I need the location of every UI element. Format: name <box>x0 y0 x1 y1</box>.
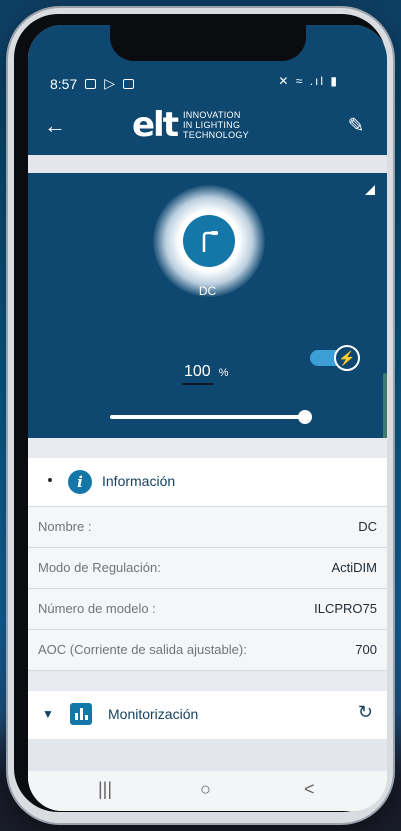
section-gap <box>28 438 387 458</box>
nav-back-button[interactable]: < <box>304 779 315 800</box>
dim-level-value[interactable]: 100 <box>182 363 213 385</box>
lamp-name: DC <box>198 284 217 298</box>
status-icons: ✕ ≈ .ıl ▮ <box>278 74 339 88</box>
logo-line-3: TECHNOLOGY <box>182 130 249 140</box>
recent-apps-button[interactable]: ||| <box>98 779 112 800</box>
empty-area <box>28 739 387 771</box>
signal-icon <box>365 185 375 195</box>
bolt-icon: ⚡ <box>334 345 360 371</box>
info-section-header[interactable]: i Información <box>28 458 387 507</box>
checkbox-icon <box>123 78 135 89</box>
lamp-button[interactable] <box>183 215 235 267</box>
logo-mark: elt <box>132 105 179 145</box>
back-button[interactable]: ← <box>42 113 68 139</box>
bullet <box>48 478 52 482</box>
dim-level-unit: % <box>218 367 229 379</box>
system-nav-bar: ||| ○ < <box>28 771 387 811</box>
elt-logo: elt INNOVATION IN LIGHTING TECHNOLOGY <box>132 105 249 145</box>
info-row-label: Nombre : <box>38 519 92 534</box>
edit-button[interactable]: ✎ <box>343 113 369 139</box>
divider-strip <box>28 155 387 173</box>
info-row-label: Número de modelo : <box>38 601 156 616</box>
pencil-icon: ✎ <box>347 115 365 137</box>
gallery-icon <box>85 78 97 89</box>
info-row-label: Modo de Regulación: <box>38 560 161 575</box>
logo-line-2: IN LIGHTING <box>182 120 241 130</box>
dim-level[interactable]: 100% <box>182 363 228 385</box>
lamp-control-panel: DC ⚡ 100% <box>28 173 387 503</box>
status-time: 8:57 <box>50 75 78 92</box>
logo-tagline: INNOVATION IN LIGHTING TECHNOLOGY <box>183 110 249 140</box>
home-button[interactable]: ○ <box>200 779 211 800</box>
street-lamp-icon <box>202 231 218 252</box>
info-row: Modo de Regulación: ActiDIM <box>28 548 387 589</box>
info-row-label: AOC (Corriente de salida ajustable): <box>38 642 247 657</box>
info-row-value: ILCPRO75 <box>314 601 377 616</box>
info-row-value: DC <box>358 519 377 534</box>
phone-screen: 8:57 ▷ ✕ ≈ .ıl ▮ ← elt INNOVATION IN LIG… <box>28 25 387 811</box>
slider-rail <box>110 415 306 419</box>
info-row-value: 700 <box>355 642 377 657</box>
info-row-value: ActiDIM <box>331 560 378 575</box>
dim-slider[interactable] <box>110 410 312 424</box>
info-icon: i <box>68 470 92 494</box>
monitor-section-header[interactable]: ▼ Monitorización ↻ <box>28 691 387 740</box>
info-row: Número de modelo : ILCPRO75 <box>28 589 387 630</box>
refresh-icon[interactable]: ↻ <box>358 702 373 723</box>
logo-line-1: INNOVATION <box>182 110 241 120</box>
status-bar: 8:57 ▷ <box>50 75 135 92</box>
chevron-down-icon: ▼ <box>42 707 54 721</box>
info-row: Nombre : DC <box>28 507 387 548</box>
notch <box>110 25 306 61</box>
info-title: Información <box>102 473 176 489</box>
bar-chart-icon <box>70 703 92 725</box>
monitor-title: Monitorización <box>108 706 199 722</box>
arrow-left-icon: ← <box>44 113 66 138</box>
power-toggle[interactable]: ⚡ <box>310 345 366 371</box>
play-icon: ▷ <box>104 75 116 91</box>
section-gap <box>28 671 387 691</box>
info-row: AOC (Corriente de salida ajustable): 700 <box>28 630 387 671</box>
slider-thumb[interactable] <box>298 410 312 424</box>
